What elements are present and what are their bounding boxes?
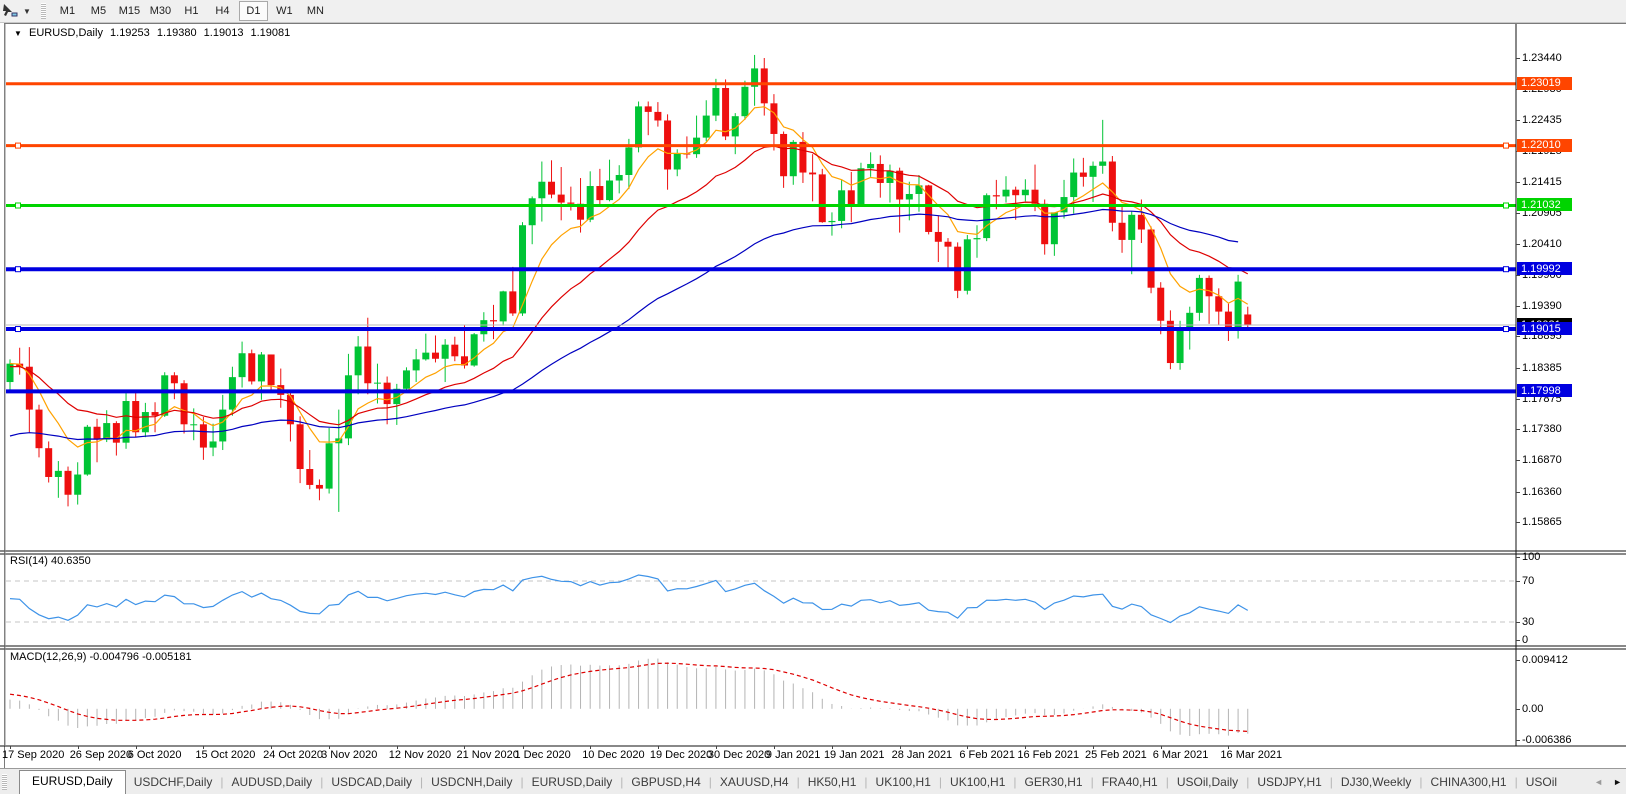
pane-frames — [0, 24, 1626, 747]
price-axis-tick: 1.21415 — [1522, 176, 1562, 189]
macd-indicator — [9, 658, 1249, 736]
collapse-icon[interactable]: ▼ — [14, 29, 22, 38]
date-axis-label: 15 Oct 2020 — [195, 749, 256, 761]
chart-tab-usdcad-daily[interactable]: USDCAD,Daily — [323, 772, 420, 792]
symbol-period-label: EURUSD,Daily — [28, 27, 103, 39]
macd-axis-tick: 0.00 — [1522, 702, 1544, 715]
date-axis-label: 28 Jan 2021 — [891, 749, 953, 761]
macd-label: MACD(12,26,9) -0.004796 -0.005181 — [10, 651, 192, 663]
date-axis-label: 16 Mar 2021 — [1220, 749, 1283, 761]
chart-tab-usdchf-daily[interactable]: USDCHF,Daily — [126, 772, 221, 792]
ohlc-close: 1.19081 — [250, 27, 291, 39]
level-price-badge-1.19992: 1.19992 — [1517, 262, 1572, 276]
price-axis-tick: 1.18385 — [1522, 361, 1562, 374]
date-axis-label: 9 Jan 2021 — [765, 749, 821, 761]
chart-tab-dj30-weekly[interactable]: DJ30,Weekly — [1333, 772, 1419, 792]
tab-scroll-left-icon[interactable]: ◄ — [1594, 778, 1603, 787]
chart-tab-usdcnh-daily[interactable]: USDCNH,Daily — [423, 772, 520, 792]
date-axis-label: 19 Dec 2020 — [649, 749, 713, 761]
date-axis-label: 26 Sep 2020 — [69, 749, 133, 761]
ohlc-open: 1.19253 — [110, 27, 150, 39]
date-axis-label: 30 Dec 2020 — [707, 749, 771, 761]
tab-scroll-right-icon[interactable]: ► — [1613, 778, 1622, 787]
rsi-axis-tick: 0 — [1522, 634, 1529, 646]
price-axis-tick: 1.23440 — [1522, 52, 1562, 64]
price-axis-tick: 1.17380 — [1522, 423, 1562, 436]
ohlc-low: 1.19013 — [203, 27, 244, 39]
price-axis-tick: 1.19390 — [1522, 300, 1562, 313]
level-price-badge-1.21032: 1.21032 — [1517, 198, 1572, 212]
price-axis-tick: 1.16870 — [1522, 454, 1562, 467]
macd-axis-tick: 0.009412 — [1522, 654, 1568, 666]
date-axis-label: 3 Nov 2020 — [321, 749, 378, 761]
rsi-axis-tick: 30 — [1522, 616, 1535, 628]
date-axis-label: 21 Nov 2020 — [456, 749, 519, 761]
level-price-badge-1.22010: 1.22010 — [1517, 138, 1572, 152]
chart-tab-usoil[interactable]: USOil — [1518, 772, 1565, 792]
horizontal-level-lines[interactable] — [6, 82, 1516, 394]
mt4-window: ▼ M1 M5 M15 M30 H1 H4 D1 W1 MN ▼ EURUSD,Daily 1.… — [0, 0, 1626, 794]
date-axis-label: 6 Mar 2021 — [1152, 749, 1209, 761]
chart-tab-hk50-h1[interactable]: HK50,H1 — [800, 772, 865, 792]
price-axis-tick: 1.20410 — [1522, 237, 1562, 250]
chart-tab-usdjpy-h1[interactable]: USDJPY,H1 — [1249, 772, 1329, 792]
date-axis-label: 16 Feb 2021 — [1017, 749, 1080, 761]
chart-tab-eurusd-daily[interactable]: EURUSD,Daily — [19, 769, 126, 794]
ohlc-high: 1.19380 — [156, 27, 197, 39]
chart-tab-china300-h1[interactable]: CHINA300,H1 — [1423, 772, 1515, 792]
price-axis-tick: 1.15865 — [1522, 516, 1562, 528]
date-axis-label: 6 Oct 2020 — [127, 749, 182, 761]
date-axis-label: 24 Oct 2020 — [263, 749, 324, 761]
date-axis-label: 1 Dec 2020 — [514, 749, 571, 761]
date-axis-label: 6 Feb 2021 — [959, 749, 1015, 761]
chart-canvas[interactable] — [0, 0, 1626, 794]
chart-tab-usoil-daily[interactable]: USOil,Daily — [1169, 772, 1246, 792]
rsi-label: RSI(14) 40.6350 — [10, 555, 91, 567]
date-axis-label: 25 Feb 2021 — [1085, 749, 1147, 761]
chart-tab-xauusd-h4[interactable]: XAUUSD,H4 — [712, 772, 797, 792]
level-price-badge-1.19015: 1.19015 — [1517, 322, 1572, 336]
chart-tab-eurusd-daily[interactable]: EURUSD,Daily — [524, 772, 621, 792]
price-axis-tick: 1.22435 — [1522, 113, 1562, 126]
rsi-axis-tick: 70 — [1522, 575, 1535, 587]
chart-title: ▼ EURUSD,Daily 1.19253 1.19380 1.19013 1… — [14, 27, 294, 39]
date-axis-label: 19 Jan 2021 — [823, 749, 885, 761]
level-price-badge-1.17998: 1.17998 — [1517, 384, 1572, 398]
chart-tab-gbpusd-h4[interactable]: GBPUSD,H4 — [623, 772, 708, 792]
chart-tab-audusd-daily[interactable]: AUDUSD,Daily — [224, 772, 321, 792]
chart-tab-uk100-h1[interactable]: UK100,H1 — [942, 772, 1013, 792]
chart-tab-bar: EURUSD,Daily USDCHF,Daily | AUDUSD,Daily | US… — [0, 768, 1626, 794]
date-axis-label: 10 Dec 2020 — [582, 749, 645, 761]
chart-tab-uk100-h1[interactable]: UK100,H1 — [868, 772, 939, 792]
tabbar-grip[interactable] — [2, 774, 7, 790]
rsi-axis-tick: 100 — [1522, 551, 1541, 563]
candlesticks — [6, 54, 1252, 512]
rsi-indicator — [6, 574, 1516, 624]
level-price-badge-1.23019: 1.23019 — [1517, 76, 1572, 90]
date-axis-label: 12 Nov 2020 — [388, 749, 452, 761]
date-axis-label: 17 Sep 2020 — [2, 749, 65, 761]
price-axis-tick: 1.16360 — [1522, 485, 1562, 498]
chart-tab-fra40-h1[interactable]: FRA40,H1 — [1094, 772, 1166, 792]
macd-axis-tick: -0.006386 — [1522, 734, 1572, 746]
chart-tab-ger30-h1[interactable]: GER30,H1 — [1017, 772, 1091, 792]
